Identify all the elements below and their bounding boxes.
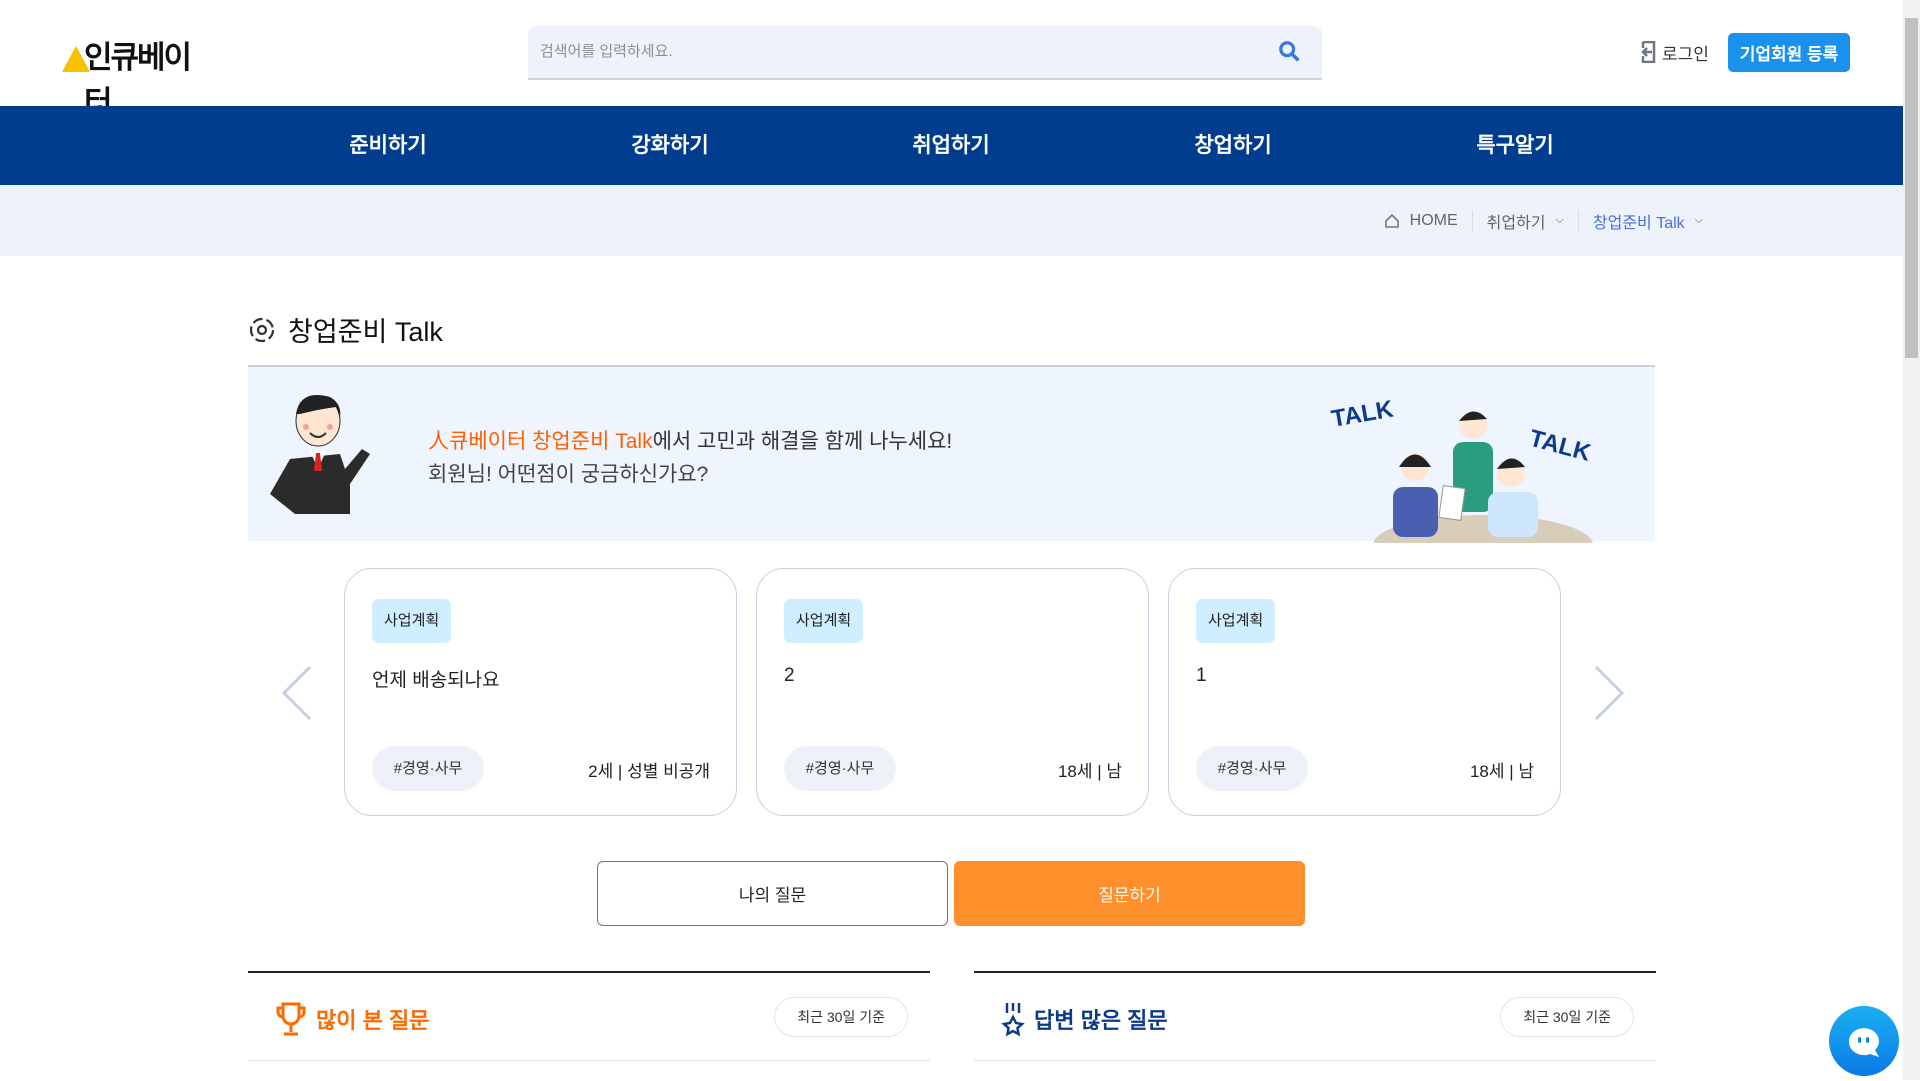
site-logo[interactable]: 인큐베이터 [62, 30, 212, 120]
breadcrumb-home[interactable]: HOME [1410, 212, 1458, 230]
banner-highlight: 人큐베이터 창업준비 Talk [428, 430, 653, 453]
talk-text: TALK [1526, 425, 1594, 467]
login-link[interactable]: 로그인 [1640, 40, 1709, 64]
medal-icon [1001, 1003, 1025, 1037]
hashtag-pill: #경영·사무 [784, 746, 896, 791]
question-card[interactable]: 사업계획 2 #경영·사무 18세 | 남 [756, 568, 1149, 816]
team-talk-illustration: TALK TALK [1329, 395, 1594, 543]
category-tag: 사업계획 [1196, 599, 1276, 643]
category-tag: 사업계획 [784, 599, 864, 643]
corp-register-button[interactable]: 기업회원 등록 [1728, 33, 1850, 72]
page-title: 창업준비 Talk [288, 317, 443, 347]
banner-headline: 人큐베이터 창업준비 Talk에서 고민과 해결을 함께 나누세요! [428, 425, 952, 455]
my-questions-button[interactable]: 나의 질문 [597, 861, 948, 926]
breadcrumb: HOME 취업하기 ⌵ 창업준비 Talk ⌵ [0, 185, 1903, 256]
question-title: 2 [784, 665, 795, 686]
section-title: 답변 많은 질문 [1034, 1008, 1168, 1033]
carousel-next-arrow[interactable] [1588, 663, 1628, 723]
target-icon [249, 317, 275, 342]
section-title: 많이 본 질문 [316, 1008, 430, 1033]
banner-subline: 회원님! 어떤점이 궁금하신가요? [428, 463, 709, 486]
nav-item-prepare[interactable]: 준비하기 [349, 106, 426, 185]
period-filter[interactable]: 최근 30일 기준 [1500, 997, 1634, 1037]
chevron-down-icon[interactable]: ⌵ [1556, 214, 1564, 227]
businessman-illustration [270, 395, 370, 514]
intro-banner: 人큐베이터 창업준비 Talk에서 고민과 해결을 함께 나누세요! 회원님! … [248, 365, 1655, 543]
divider [1577, 209, 1579, 232]
login-icon [1641, 41, 1656, 63]
main-nav: 준비하기 강화하기 취업하기 창업하기 특구알기 [0, 106, 1903, 185]
page-scrollbar[interactable] [1903, 0, 1920, 1080]
author-meta: 18세 | 남 [1469, 762, 1534, 781]
chat-icon [1848, 1028, 1879, 1057]
home-icon [1384, 213, 1399, 228]
scrollbar-thumb[interactable] [1905, 18, 1918, 358]
carousel-prev-arrow[interactable] [278, 663, 318, 723]
search-input[interactable] [540, 26, 1240, 76]
question-title: 언제 배송되나요 [372, 670, 500, 691]
breadcrumb-level1[interactable]: 취업하기 [1487, 209, 1546, 233]
page-title-row: 창업준비 Talk [248, 310, 443, 349]
banner-headline-rest: 에서 고민과 해결을 함께 나누세요! [652, 430, 953, 453]
nav-item-special-zone[interactable]: 특구알기 [1476, 106, 1553, 185]
author-meta: 2세 | 성별 비공개 [588, 762, 710, 781]
question-title: 1 [1196, 665, 1207, 686]
chevron-down-icon[interactable]: ⌵ [1695, 214, 1703, 227]
nav-item-employment[interactable]: 취업하기 [912, 106, 989, 185]
most-answered-section: 답변 많은 질문 최근 30일 기준 [974, 971, 1656, 1061]
login-label: 로그인 [1662, 44, 1709, 64]
nav-item-strengthen[interactable]: 강화하기 [631, 106, 708, 185]
ask-question-button[interactable]: 질문하기 [954, 861, 1305, 926]
talk-text: TALK [1329, 395, 1396, 433]
period-filter[interactable]: 최근 30일 기준 [774, 997, 908, 1037]
question-card[interactable]: 사업계획 언제 배송되나요 #경영·사무 2세 | 성별 비공개 [344, 568, 737, 816]
hashtag-pill: #경영·사무 [372, 746, 484, 791]
search-bar [528, 26, 1322, 80]
category-tag: 사업계획 [372, 599, 452, 643]
author-meta: 18세 | 남 [1057, 762, 1122, 781]
trophy-icon [276, 1002, 306, 1036]
most-viewed-section: 많이 본 질문 최근 30일 기준 [248, 971, 930, 1061]
divider [1471, 209, 1473, 232]
nav-item-startup[interactable]: 창업하기 [1194, 106, 1271, 185]
hashtag-pill: #경영·사무 [1196, 746, 1308, 791]
breadcrumb-level2[interactable]: 창업준비 Talk [1593, 209, 1685, 233]
question-card[interactable]: 사업계획 1 #경영·사무 18세 | 남 [1168, 568, 1561, 816]
search-icon[interactable] [1278, 40, 1300, 62]
chatbot-button[interactable] [1829, 1006, 1899, 1076]
